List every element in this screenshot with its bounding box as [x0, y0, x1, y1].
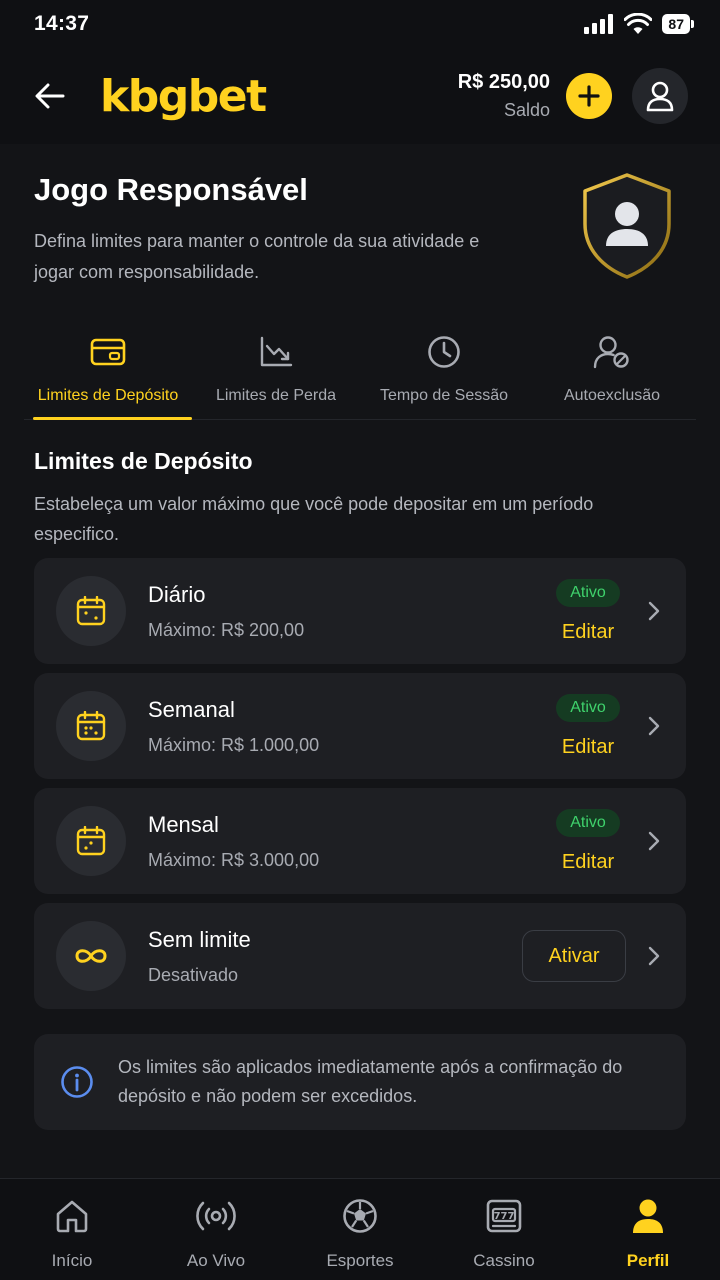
user-icon: [633, 1199, 663, 1233]
soccer-ball-icon: [343, 1199, 377, 1233]
balance-amount: R$ 250,00: [457, 71, 550, 93]
info-notice: Os limites são aplicados imediatamente a…: [34, 1034, 686, 1130]
calendar-icon: [76, 711, 106, 741]
card-icon-wrap: [56, 576, 126, 646]
limit-amount: Máximo: R$ 200,00: [148, 619, 305, 640]
limit-title: Semanal: [148, 696, 235, 722]
section-description: Estabeleça um valor máximo que você pode…: [34, 494, 594, 544]
nav-label: Esportes: [326, 1251, 394, 1270]
bottom-navigation: Início Ao Vivo Esportes 777 Cassino Perf…: [0, 1178, 720, 1280]
status-icons: 87: [584, 13, 694, 35]
card-icon-wrap: [56, 691, 126, 761]
plus-icon: [578, 85, 600, 107]
chevron-right-icon: [648, 716, 660, 736]
nav-label: Perfil: [626, 1251, 670, 1270]
status-time: 14:37: [34, 12, 90, 35]
nav-casino[interactable]: 777 Cassino: [432, 1179, 576, 1280]
brand-logo[interactable]: kbgbet: [100, 71, 267, 122]
edit-button[interactable]: Editar: [562, 736, 614, 759]
tab-label: Autoexclusão: [563, 387, 661, 404]
limit-card-weekly[interactable]: Semanal Máximo: R$ 1.000,00 Ativo Editar: [34, 673, 686, 779]
wallet-icon: [90, 338, 126, 366]
app-header: kbgbet R$ 250,00 Saldo: [0, 48, 720, 144]
nav-profile[interactable]: Perfil: [576, 1179, 720, 1280]
status-badge: Ativo: [556, 693, 620, 722]
card-icon-wrap: [56, 921, 126, 991]
add-funds-button[interactable]: [566, 73, 612, 119]
battery-indicator: 87: [662, 14, 694, 34]
card-icon-wrap: [56, 806, 126, 876]
status-bar: 14:37 87: [0, 0, 720, 48]
tab-deposit-limits[interactable]: Limites de Depósito: [24, 328, 192, 420]
calendar-icon: [76, 826, 106, 856]
page-description: Defina limites para manter o controle da…: [34, 231, 480, 282]
wifi-icon: [624, 13, 653, 34]
chevron-right-icon: [648, 831, 660, 851]
limit-title: Diário: [148, 581, 206, 607]
page-title: Jogo Responsável: [34, 172, 308, 207]
back-button[interactable]: [32, 78, 68, 114]
limit-amount: Máximo: R$ 3.000,00: [148, 849, 320, 870]
edit-button[interactable]: Editar: [562, 851, 614, 874]
user-block-icon: [593, 336, 629, 369]
limit-card-monthly[interactable]: Mensal Máximo: R$ 3.000,00 Ativo Editar: [34, 788, 686, 894]
deposit-limits-section: Limites de Depósito Estabeleça um valor …: [34, 448, 634, 549]
status-badge: Ativo: [556, 808, 620, 837]
tab-self-exclusion[interactable]: Autoexclusão: [528, 328, 696, 419]
activate-button[interactable]: Ativar: [522, 930, 626, 982]
limit-card-daily[interactable]: Diário Máximo: R$ 200,00 Ativo Editar: [34, 558, 686, 664]
signal-icon: [584, 14, 614, 34]
balance[interactable]: R$ 250,00 Saldo: [458, 71, 550, 121]
infinity-icon: [75, 949, 107, 963]
nav-sports[interactable]: Esportes: [288, 1179, 432, 1280]
info-text: Os limites são aplicados imediatamente a…: [118, 1057, 623, 1106]
limit-status-text: Desativado: [148, 964, 239, 985]
nav-label: Cassino: [473, 1251, 535, 1270]
shield-user-icon: [583, 173, 671, 279]
home-icon: [56, 1200, 88, 1233]
chevron-right-icon: [648, 601, 660, 621]
svg-text:777: 777: [494, 1211, 515, 1222]
tab-session-time[interactable]: Tempo de Sessão: [360, 328, 528, 419]
tab-label: Tempo de Sessão: [379, 387, 509, 404]
section-title: Limites de Depósito: [34, 448, 253, 474]
tab-loss-limits[interactable]: Limites de Perda: [192, 328, 360, 419]
live-broadcast-icon: [196, 1201, 236, 1231]
status-badge: Ativo: [556, 578, 620, 607]
hero-section: Jogo Responsável Defina limites para man…: [34, 172, 494, 288]
nav-label: Início: [51, 1251, 93, 1270]
tab-label: Limites de Depósito: [37, 387, 179, 404]
slot-machine-icon: 777: [486, 1199, 522, 1233]
tab-label: Limites de Perda: [215, 387, 337, 404]
chevron-right-icon: [648, 946, 660, 966]
clock-icon: [428, 336, 460, 368]
user-outline-icon: [646, 81, 674, 112]
limit-title: Mensal: [148, 811, 219, 837]
info-icon: [61, 1066, 93, 1098]
nav-home[interactable]: Início: [0, 1179, 144, 1280]
profile-button[interactable]: [632, 68, 688, 124]
limit-amount: Máximo: R$ 1.000,00: [148, 734, 320, 755]
balance-label: Saldo: [503, 100, 550, 120]
limit-card-no-limit[interactable]: Sem limite Desativado Ativar: [34, 903, 686, 1009]
calendar-icon: [76, 596, 106, 626]
edit-button[interactable]: Editar: [562, 621, 614, 644]
nav-label: Ao Vivo: [186, 1251, 246, 1270]
limit-title: Sem limite: [148, 926, 251, 952]
nav-live[interactable]: Ao Vivo: [144, 1179, 288, 1280]
limit-tabs: Limites de Depósito Limites de Perda Tem…: [24, 328, 696, 420]
arrow-left-icon: [35, 83, 65, 109]
trend-down-icon: [260, 336, 293, 367]
